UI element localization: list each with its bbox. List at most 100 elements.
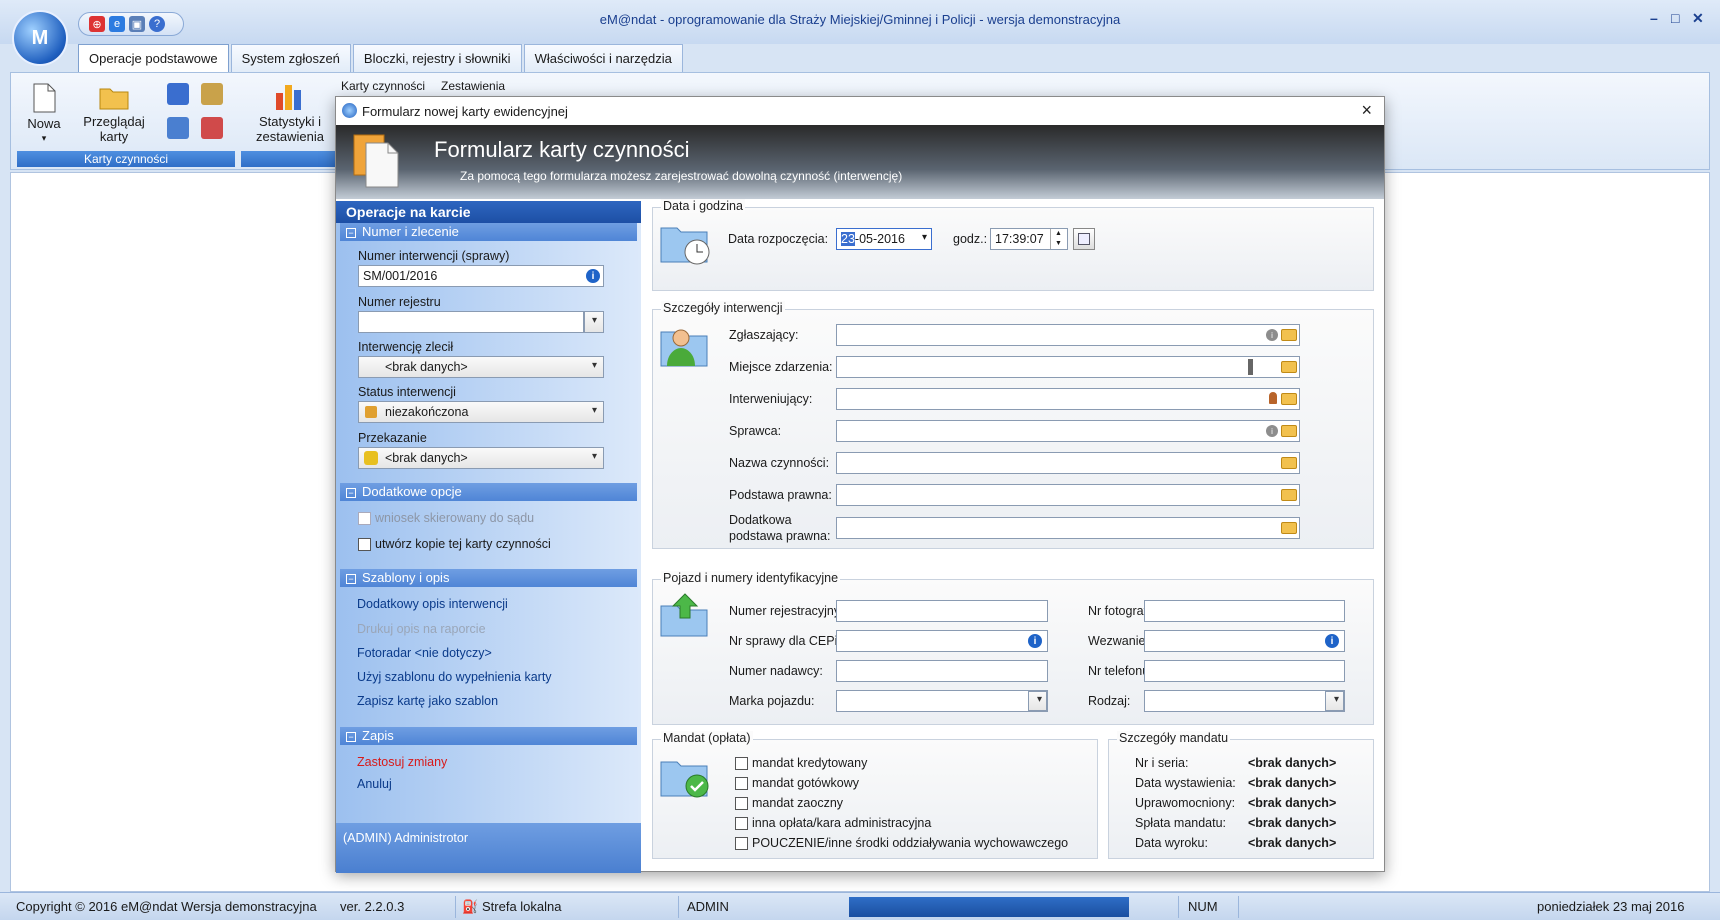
sender-number-field[interactable] <box>836 660 1048 682</box>
court-checkbox[interactable]: wniosek skierowany do sądu <box>358 511 534 525</box>
intervener-field[interactable] <box>836 388 1300 410</box>
section-save-label: Zapis <box>362 728 394 743</box>
tab-operacje-podstawowe[interactable]: Operacje podstawowe <box>78 44 229 72</box>
reporter-field[interactable] <box>836 324 1300 346</box>
stats-label-1: Statystyki i <box>258 114 322 129</box>
folder-icon[interactable] <box>1281 489 1297 501</box>
info-icon[interactable]: i <box>586 269 600 283</box>
new-card-label: Nowa <box>27 116 61 131</box>
tab-bloczki[interactable]: Bloczki, rejestry i słowniki <box>352 44 522 72</box>
cancel-button[interactable]: Anuluj <box>357 777 392 791</box>
new-card-button[interactable]: Nowa ▾ <box>21 79 67 149</box>
maximize-button[interactable]: □ <box>1671 10 1679 26</box>
browser-icon[interactable]: e <box>109 16 125 32</box>
register-field[interactable] <box>358 311 584 333</box>
table-icon[interactable] <box>201 117 223 139</box>
folder-icon[interactable] <box>1281 522 1297 534</box>
checkbox-box <box>735 776 748 790</box>
fine-absentia-checkbox[interactable]: mandat zaoczny <box>735 796 843 810</box>
section-extra-options[interactable]: − Dodatkowe opcje <box>340 483 637 501</box>
apply-changes-button[interactable]: Zastosuj zmiany <box>357 755 447 769</box>
start-date-label: Data rozpoczęcia: <box>728 232 829 246</box>
upload-folder-icon <box>660 593 708 637</box>
summons-label: Wezwanie: <box>1088 634 1149 648</box>
fine-detail-label: Spłata mandatu: <box>1135 816 1227 830</box>
transfer-select[interactable]: <brak danych> ▾ <box>358 447 604 469</box>
copy-checkbox[interactable]: utwórz kopie tej karty czynności <box>358 537 551 551</box>
link-use-template[interactable]: Użyj szablonu do wypełnienia karty <box>357 670 552 684</box>
vehicle-brand-dropdown-button[interactable]: ▾ <box>1028 691 1047 711</box>
register-dropdown-button[interactable]: ▾ <box>584 311 604 333</box>
group-date-time: Data i godzina Data rozpoczęcia: 23-05-2… <box>652 199 1374 291</box>
legal-basis-field[interactable] <box>836 484 1300 506</box>
time-spinner[interactable]: ▲ ▼ <box>1050 229 1066 249</box>
fine-credited-checkbox[interactable]: mandat kredytowany <box>735 756 867 770</box>
status-separator <box>1238 896 1239 918</box>
reg-number-field[interactable] <box>836 600 1048 622</box>
cepik-field[interactable] <box>836 630 1048 652</box>
browse-cards-button[interactable]: Przeglądaj karty <box>73 79 155 149</box>
link-speed-camera[interactable]: Fotoradar <nie dotyczy> <box>357 646 492 660</box>
fine-cash-checkbox[interactable]: mandat gotówkowy <box>735 776 859 790</box>
folder-icon[interactable] <box>1281 361 1297 373</box>
info-gray-icon[interactable]: i <box>1266 329 1278 341</box>
chevron-down-icon: ▾ <box>591 360 597 371</box>
link-save-template[interactable]: Zapisz kartę jako szablon <box>357 694 498 708</box>
legal-basis-label: Podstawa prawna: <box>729 488 832 502</box>
perpetrator-field[interactable] <box>836 420 1300 442</box>
statistics-button[interactable]: Statystyki i zestawienia <box>245 79 335 149</box>
link-print-description: Drukuj opis na raporcie <box>357 622 486 636</box>
tab-wlasciwosci[interactable]: Właściwości i narzędzia <box>523 44 683 72</box>
dialog-close-button[interactable]: × <box>1361 100 1372 121</box>
extra-legal-basis-field[interactable] <box>836 517 1300 539</box>
copy-checkbox-label: utwórz kopie tej karty czynności <box>375 537 551 551</box>
stamp-icon[interactable] <box>201 83 223 105</box>
vehicle-brand-select[interactable] <box>836 690 1048 712</box>
fine-other-checkbox[interactable]: inna opłata/kara administracyjna <box>735 816 931 830</box>
kind-dropdown-button[interactable]: ▾ <box>1325 691 1344 711</box>
help-icon[interactable]: ? <box>149 16 165 32</box>
close-app-button[interactable]: ✕ <box>1692 10 1704 27</box>
photo-number-field[interactable] <box>1144 600 1345 622</box>
phone-label: Nr telefonu: <box>1088 664 1153 678</box>
status-select[interactable]: niezakończona ▾ <box>358 401 604 423</box>
start-date-picker[interactable]: 23-05-2016 ▾ <box>836 228 932 250</box>
place-field[interactable] <box>836 356 1300 378</box>
group-fine-details: Szczegóły mandatu Nr i seria: <brak dany… <box>1108 731 1374 859</box>
folder-icon[interactable] <box>1281 425 1297 437</box>
calendar-icon <box>1078 233 1090 245</box>
link-additional-description[interactable]: Dodatkowy opis interwencji <box>357 597 508 611</box>
save-icon[interactable]: ▣ <box>129 16 145 32</box>
folder-icon[interactable] <box>1281 457 1297 469</box>
calendar-button[interactable] <box>1073 228 1095 250</box>
folder-icon[interactable] <box>1281 393 1297 405</box>
group-vehicle-label: Pojazd i numery identyfikacyjne <box>661 571 841 585</box>
edit-icon[interactable] <box>167 117 189 139</box>
int-number-field[interactable]: SM/001/2016 <box>358 265 604 287</box>
section-save[interactable]: − Zapis <box>340 727 637 745</box>
ordered-select[interactable]: <brak danych> ▾ <box>358 356 604 378</box>
tab-system-zgloszen[interactable]: System zgłoszeń <box>230 44 351 72</box>
phone-field[interactable] <box>1144 660 1345 682</box>
ribbon-hidden-item-1[interactable]: Karty czynności <box>341 79 425 93</box>
status-copyright: Copyright © 2016 eM@ndat Wersja demonstr… <box>16 899 317 914</box>
kind-select[interactable] <box>1144 690 1345 712</box>
summons-field[interactable] <box>1144 630 1345 652</box>
info-icon[interactable]: i <box>1325 634 1339 648</box>
section-templates[interactable]: − Szablony i opis <box>340 569 637 587</box>
app-logo-icon[interactable]: M <box>12 10 68 66</box>
extra-legal-basis-label-2: podstawa prawna: <box>729 529 831 543</box>
activity-name-field[interactable] <box>836 452 1300 474</box>
folder-icon[interactable] <box>1281 329 1297 341</box>
info-icon[interactable]: i <box>1028 634 1042 648</box>
ribbon-hidden-item-2[interactable]: Zestawienia <box>441 79 505 93</box>
fine-instruction-checkbox[interactable]: POUCZENIE/inne środki oddziaływania wych… <box>735 836 1068 850</box>
lifebuoy-icon[interactable]: ⊕ <box>89 16 105 32</box>
fine-detail-label: Data wyroku: <box>1135 836 1208 850</box>
person-icon[interactable] <box>1269 392 1277 404</box>
camera-icon[interactable] <box>167 83 189 105</box>
status-date: poniedziałek 23 maj 2016 <box>1537 899 1685 914</box>
minimize-button[interactable]: – <box>1650 10 1658 26</box>
section-number-order[interactable]: − Numer i zlecenie <box>340 223 637 241</box>
info-gray-icon[interactable]: i <box>1266 425 1278 437</box>
